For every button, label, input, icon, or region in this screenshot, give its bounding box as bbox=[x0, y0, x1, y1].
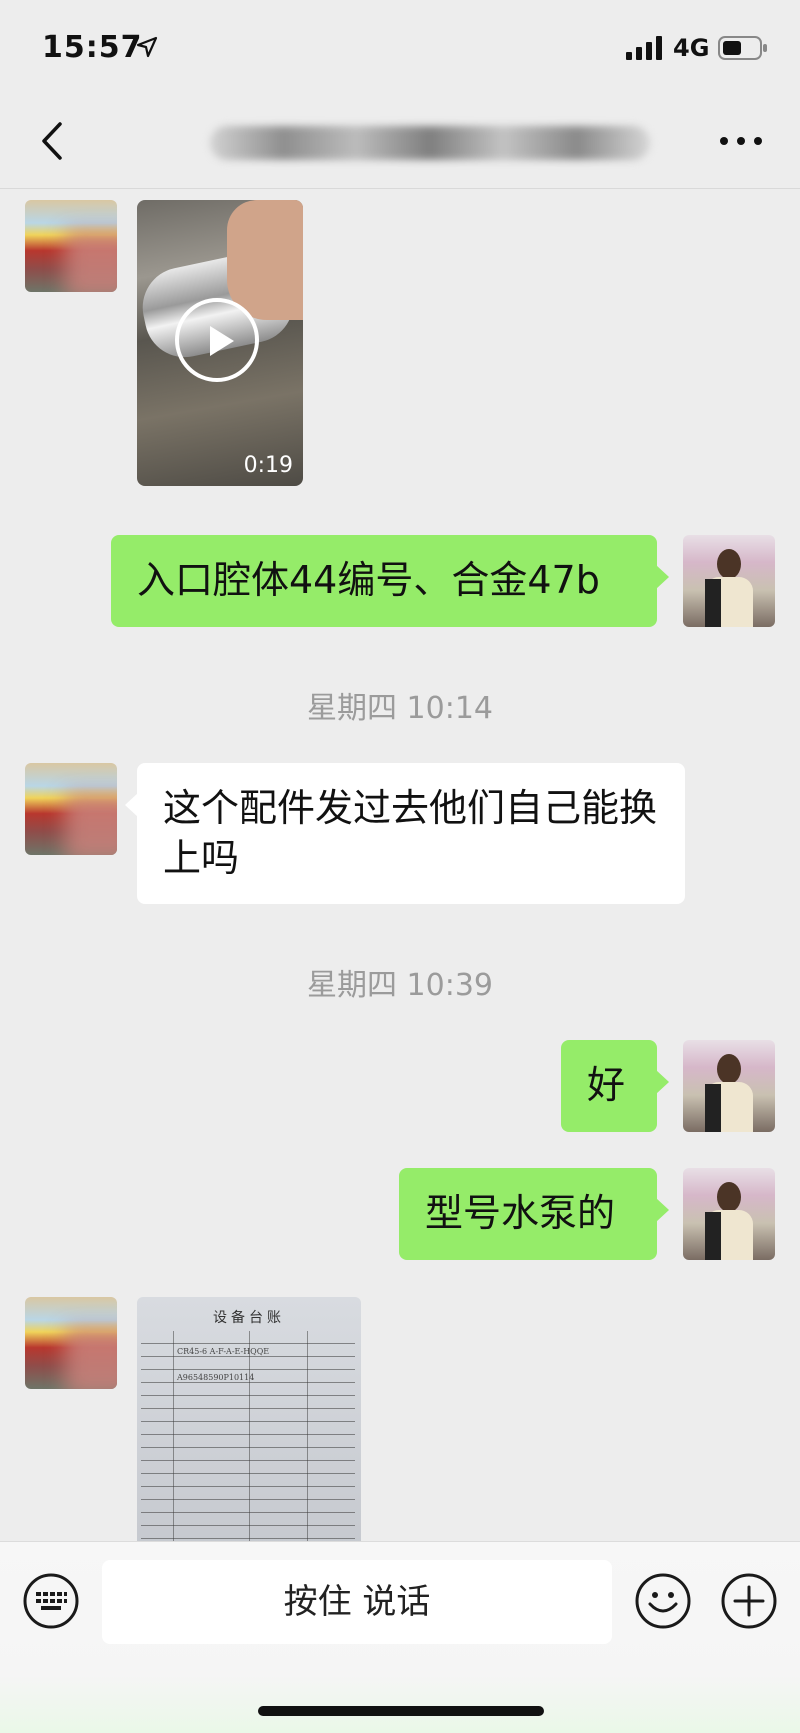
my-avatar[interactable] bbox=[683, 1168, 775, 1260]
contact-avatar[interactable] bbox=[25, 200, 117, 292]
document-column-line bbox=[249, 1331, 250, 1541]
status-time: 15:57 bbox=[42, 30, 143, 65]
my-avatar[interactable] bbox=[683, 535, 775, 627]
video-message[interactable]: 0:19 bbox=[137, 200, 303, 486]
my-avatar[interactable] bbox=[683, 1040, 775, 1132]
emoji-icon[interactable] bbox=[634, 1572, 692, 1630]
network-type: 4G bbox=[673, 34, 710, 62]
outgoing-message[interactable]: 型号水泵的 bbox=[399, 1168, 669, 1260]
home-indicator[interactable] bbox=[258, 1706, 544, 1716]
outgoing-message[interactable]: 好 bbox=[561, 1040, 669, 1132]
chat-header: ███████████████████████ bbox=[0, 96, 800, 189]
more-dots-icon[interactable] bbox=[716, 118, 766, 164]
timestamp: 星期四 10:39 bbox=[307, 968, 493, 1003]
incoming-message[interactable]: 这个配件发过去他们自己能换上吗 bbox=[125, 763, 685, 904]
video-duration: 0:19 bbox=[243, 453, 293, 478]
document-model: CR45-6 A-F-A-E-HQQE bbox=[177, 1347, 270, 1356]
image-message[interactable]: 设备台账 CR45-6 A-F-A-E-HQQE A96548590P10114 bbox=[137, 1297, 361, 1541]
battery-icon bbox=[718, 36, 767, 60]
document-serial: A96548590P10114 bbox=[177, 1373, 255, 1382]
timestamp: 星期四 10:14 bbox=[307, 691, 493, 726]
keyboard-icon[interactable] bbox=[22, 1572, 80, 1630]
document-column-line bbox=[173, 1331, 174, 1541]
back-chevron-icon[interactable] bbox=[30, 118, 76, 164]
signal-icon bbox=[626, 36, 662, 60]
document-column-line bbox=[307, 1331, 308, 1541]
contact-avatar[interactable] bbox=[25, 1297, 117, 1389]
chat-title: ███████████████████████ bbox=[210, 126, 650, 160]
document-title: 设备台账 bbox=[213, 1310, 285, 1326]
hold-to-talk-button[interactable]: 按住 说话 bbox=[102, 1560, 612, 1644]
video-frame-hand bbox=[227, 200, 303, 320]
message-list[interactable]: 0:19 入口腔体44编号、合金47b 星期四 10:14 这个配件发过去他们自… bbox=[0, 189, 800, 1541]
plus-icon[interactable] bbox=[720, 1572, 778, 1630]
status-bar: 15:57 4G bbox=[0, 0, 800, 96]
play-icon[interactable] bbox=[175, 298, 259, 382]
input-bar: 按住 说话 bbox=[0, 1541, 800, 1733]
location-arrow-icon bbox=[136, 36, 158, 58]
outgoing-message[interactable]: 入口腔体44编号、合金47b bbox=[111, 535, 669, 627]
contact-avatar[interactable] bbox=[25, 763, 117, 855]
